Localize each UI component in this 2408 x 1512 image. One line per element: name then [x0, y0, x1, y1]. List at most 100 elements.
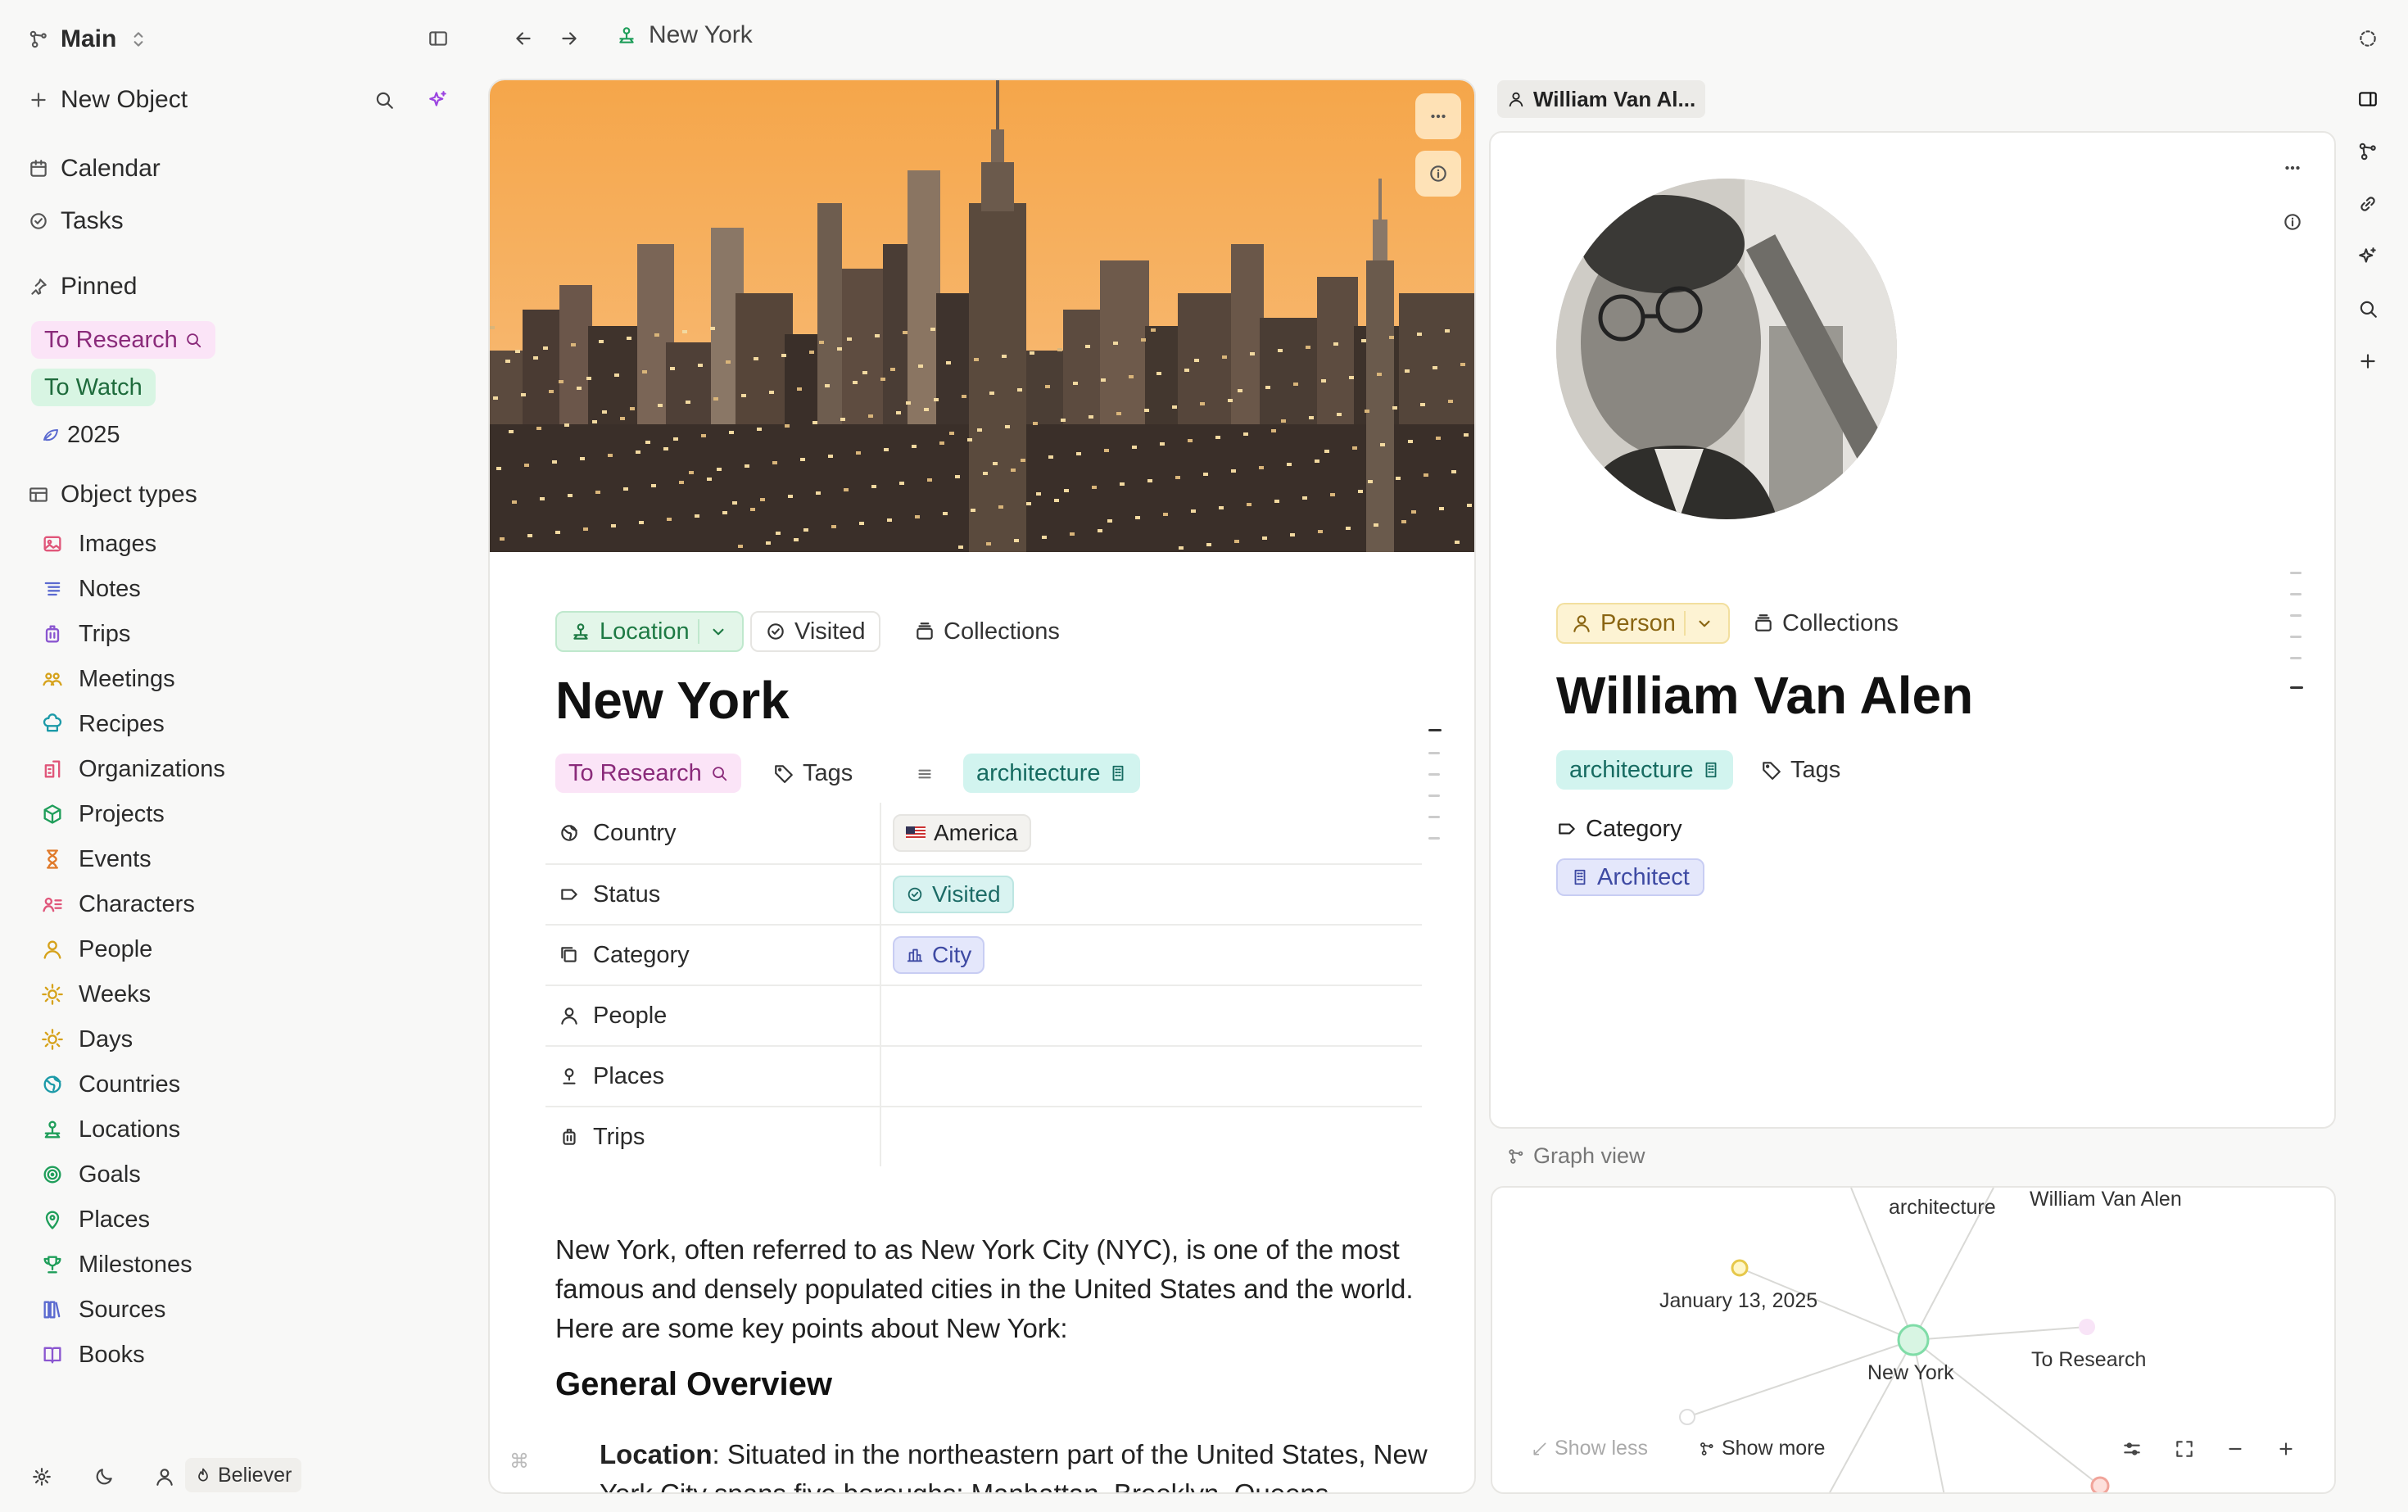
property-row-places[interactable]: Places	[545, 1045, 1422, 1106]
breadcrumb[interactable]: New York	[616, 21, 753, 49]
page-title[interactable]: New York	[555, 670, 790, 731]
property-row-status[interactable]: Status Visited	[545, 863, 1422, 924]
type-chip-location[interactable]: Location	[555, 611, 744, 652]
property-row-category[interactable]: Category City	[545, 924, 1422, 985]
chevron-down-icon[interactable]	[708, 621, 729, 642]
globe-icon	[41, 1073, 64, 1096]
architect-tag[interactable]: Architect	[1556, 858, 1704, 896]
sidebar-item-weeks[interactable]: Weeks	[41, 978, 151, 1011]
side-tags-field[interactable]: Tags	[1748, 750, 1854, 790]
sidebar-item-people[interactable]: People	[41, 933, 152, 966]
sidebar-item-characters[interactable]: Characters	[41, 888, 195, 921]
search-icon[interactable]	[2357, 298, 2379, 319]
sidebar-item-sources[interactable]: Sources	[41, 1293, 165, 1326]
zoom-out-icon[interactable]	[2225, 1438, 2246, 1460]
property-row-people[interactable]: People	[545, 985, 1422, 1045]
luggage-icon	[559, 1126, 580, 1148]
user-icon[interactable]	[154, 1466, 175, 1487]
visited-chip[interactable]: Visited	[750, 611, 880, 652]
object-types-header[interactable]: Object types	[28, 477, 197, 513]
sidebar-item-calendar[interactable]: Calendar	[28, 151, 161, 187]
ai-sparkle-icon[interactable]	[428, 89, 449, 111]
sidebar-item-events[interactable]: Events	[41, 843, 152, 876]
sidebar-item-organizations[interactable]: Organizations	[41, 753, 225, 785]
panel-icon[interactable]	[2357, 88, 2379, 110]
property-value-tag[interactable]: America	[893, 814, 1031, 852]
property-value[interactable]: America	[881, 814, 1031, 852]
pinned-to-research[interactable]: To Research	[31, 321, 215, 359]
sidebar-item-locations[interactable]: Locations	[41, 1113, 180, 1146]
link-icon[interactable]	[2357, 193, 2379, 215]
ai-sparkle-icon[interactable]	[2357, 246, 2379, 267]
sidebar-item-images[interactable]: Images	[41, 527, 156, 560]
plus-icon[interactable]	[2357, 351, 2379, 372]
zoom-in-icon[interactable]	[2275, 1438, 2297, 1460]
user-badge[interactable]: Believer	[185, 1458, 302, 1492]
fullscreen-icon[interactable]	[2174, 1438, 2195, 1460]
moon-icon[interactable]	[93, 1466, 115, 1487]
property-value-tag[interactable]: City	[893, 936, 985, 974]
sidebar-item-meetings[interactable]: Meetings	[41, 663, 175, 695]
space-switcher[interactable]: Main	[28, 21, 149, 57]
sidebar-item-days[interactable]: Days	[41, 1023, 133, 1056]
body-paragraph[interactable]: New York, often referred to as New York …	[555, 1230, 1440, 1348]
cover-image	[490, 80, 1474, 552]
type-chip-person[interactable]: Person	[1556, 603, 1730, 644]
calendar-icon	[28, 158, 49, 179]
sidebar-item-projects[interactable]: Projects	[41, 798, 165, 831]
side-collections-chip[interactable]: Collections	[1740, 603, 1912, 644]
tags-field[interactable]: Tags	[760, 754, 866, 793]
show-less-button[interactable]: Show less	[1532, 1437, 1648, 1460]
architecture-tag[interactable]: architecture	[963, 754, 1140, 793]
pinned-to-watch[interactable]: To Watch	[31, 369, 156, 406]
collections-chip[interactable]: Collections	[901, 611, 1073, 652]
sidebar-item-books[interactable]: Books	[41, 1338, 145, 1371]
side-architecture-tag[interactable]: architecture	[1556, 750, 1733, 790]
side-tab[interactable]: William Van Al...	[1497, 80, 1706, 118]
property-value[interactable]: City	[881, 936, 985, 974]
graph-settings-icon[interactable]	[2121, 1438, 2143, 1460]
settings-icon[interactable]	[31, 1466, 52, 1487]
property-label: People	[593, 1002, 668, 1029]
sidebar-item-places[interactable]: Places	[41, 1203, 150, 1236]
toc-line	[2290, 572, 2302, 574]
sidebar-item-goals[interactable]: Goals	[41, 1158, 141, 1191]
to-research-tag[interactable]: To Research	[555, 754, 741, 793]
text-align-icon[interactable]	[914, 763, 935, 785]
more-icon[interactable]	[2282, 157, 2303, 179]
pinned-2025[interactable]: 2025	[31, 416, 134, 454]
info-icon[interactable]	[2282, 211, 2303, 233]
property-value[interactable]: Visited	[881, 876, 1014, 913]
chevron-down-icon[interactable]	[1694, 613, 1715, 634]
architecture-tag-label: architecture	[976, 759, 1101, 786]
sidebar-item-tasks[interactable]: Tasks	[28, 203, 124, 239]
side-title[interactable]: William Van Alen	[1556, 665, 1973, 726]
sidebar-toggle-icon[interactable]	[428, 28, 449, 49]
property-row-trips[interactable]: Trips	[545, 1106, 1422, 1166]
property-name: Places	[545, 1047, 881, 1106]
sidebar-item-milestones[interactable]: Milestones	[41, 1248, 192, 1281]
property-name: Country	[545, 803, 881, 863]
property-name: People	[545, 986, 881, 1045]
back-arrow-icon[interactable]	[513, 28, 534, 49]
forward-arrow-icon[interactable]	[559, 28, 580, 49]
new-object-button[interactable]: New Object	[28, 82, 188, 118]
property-row-country[interactable]: Country America	[545, 803, 1422, 863]
show-more-button[interactable]: Show more	[1699, 1437, 1825, 1460]
info-button[interactable]	[1415, 151, 1461, 197]
sidebar-item-notes[interactable]: Notes	[41, 573, 141, 605]
property-value-tag[interactable]: Visited	[893, 876, 1014, 913]
section-heading[interactable]: General Overview	[555, 1366, 832, 1403]
person-chip-label: Person	[1600, 609, 1676, 636]
sync-status-icon[interactable]	[2357, 28, 2379, 49]
luggage-icon	[41, 622, 64, 645]
search-icon[interactable]	[373, 89, 395, 111]
toc-line	[2290, 614, 2302, 617]
bullet-item[interactable]: Location: Situated in the northeastern p…	[600, 1435, 1435, 1492]
sidebar-item-recipes[interactable]: Recipes	[41, 708, 165, 740]
graph-icon[interactable]	[2357, 141, 2379, 162]
graph-view[interactable]: architecture William Van Alen January 13…	[1491, 1186, 2336, 1494]
sidebar-item-countries[interactable]: Countries	[41, 1068, 180, 1101]
sidebar-item-trips[interactable]: Trips	[41, 618, 130, 650]
more-options-button[interactable]	[1415, 93, 1461, 139]
